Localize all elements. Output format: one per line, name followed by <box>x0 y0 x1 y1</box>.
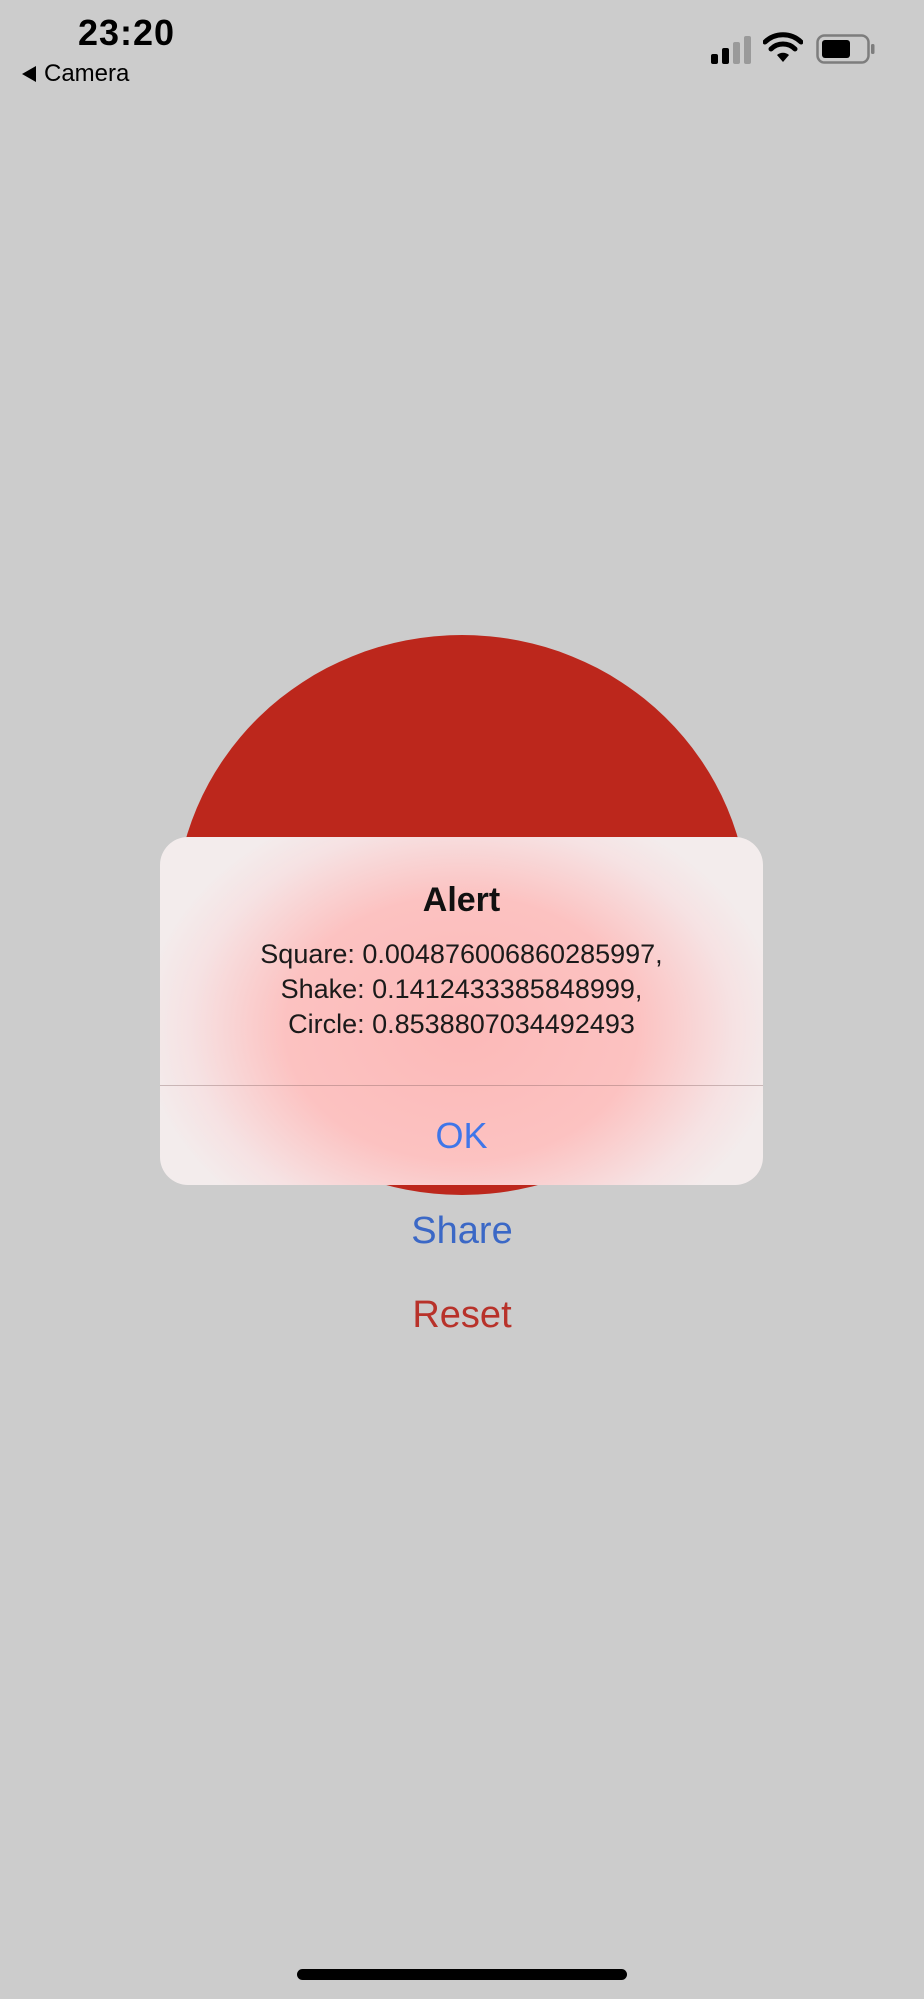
alert-title: Alert <box>422 881 501 919</box>
back-arrow-icon <box>22 66 36 82</box>
alert-dialog: Alert Square: 0.004876006860285997, Shak… <box>160 837 763 1185</box>
home-indicator[interactable] <box>297 1969 627 1980</box>
wifi-icon <box>763 32 803 62</box>
share-button[interactable]: Share <box>0 1210 924 1253</box>
alert-line-circle: Circle: 0.8538807034492493 <box>288 1009 635 1039</box>
alert-line-shake: Shake: 0.1412433385848999, <box>280 974 643 1004</box>
battery-icon <box>816 34 875 64</box>
back-label: Camera <box>44 60 130 87</box>
reset-button[interactable]: Reset <box>0 1294 924 1337</box>
status-time: 23:20 <box>78 12 176 53</box>
alert-message: Square: 0.004876006860285997, Shake: 0.1… <box>160 937 763 1042</box>
screen: 23:20 Camera Share Reset Alert Square: 0… <box>0 0 924 1999</box>
signal-icon <box>711 36 751 64</box>
ok-button[interactable]: OK <box>160 1086 763 1185</box>
alert-line-square: Square: 0.004876006860285997, <box>260 939 663 969</box>
back-to-camera-link[interactable]: Camera <box>22 60 129 88</box>
